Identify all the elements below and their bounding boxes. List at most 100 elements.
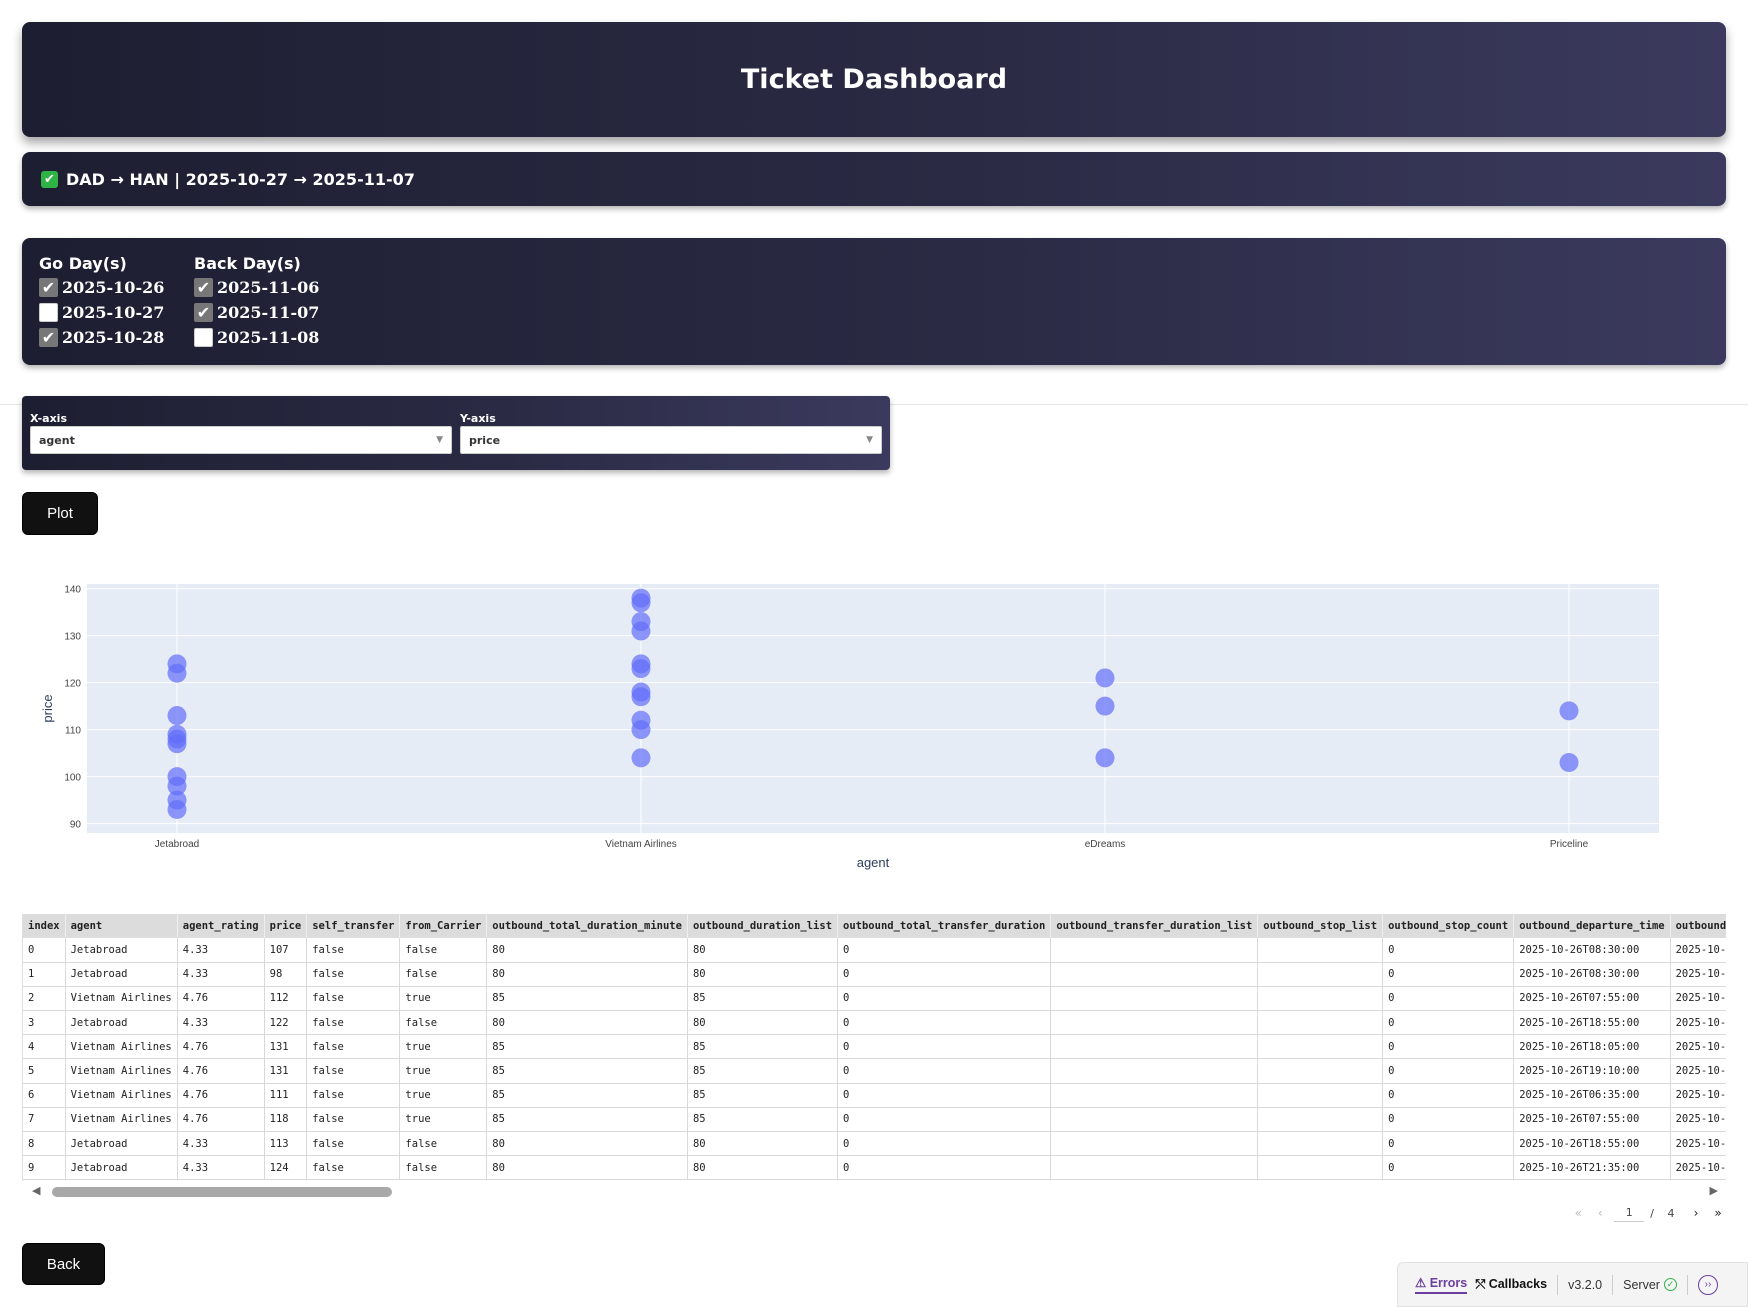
table-cell[interactable]: 2025-10-26T20:35:00 bbox=[1670, 1058, 1726, 1084]
table-cell[interactable]: false bbox=[399, 1155, 488, 1181]
table-cell[interactable] bbox=[1050, 986, 1259, 1012]
column-header[interactable]: outbound_duration_list bbox=[687, 914, 839, 938]
table-cell[interactable] bbox=[1050, 1107, 1259, 1133]
column-header[interactable]: outbound_arrival_time bbox=[1670, 914, 1726, 938]
table-cell[interactable]: false bbox=[399, 1010, 488, 1036]
table-cell[interactable]: 0 bbox=[1382, 1083, 1515, 1108]
table-cell[interactable]: 122 bbox=[264, 1010, 308, 1036]
table-cell[interactable]: true bbox=[399, 1083, 488, 1108]
column-header[interactable]: agent_rating bbox=[177, 914, 265, 938]
table-cell[interactable]: 2025-10-26T18:55:00 bbox=[1513, 1131, 1671, 1157]
day-checkbox[interactable]: ✔ bbox=[39, 278, 58, 297]
table-cell[interactable]: false bbox=[306, 1010, 401, 1036]
table-cell[interactable]: 85 bbox=[486, 1107, 688, 1133]
plot-button[interactable]: Plot bbox=[22, 492, 98, 535]
table-cell[interactable]: false bbox=[306, 1155, 401, 1181]
table-cell[interactable] bbox=[1050, 938, 1259, 963]
table-horizontal-scrollbar[interactable]: ◀ ▶ bbox=[22, 1183, 1726, 1199]
table-cell[interactable]: 0 bbox=[837, 986, 1052, 1012]
table-cell[interactable]: true bbox=[399, 986, 488, 1012]
table-cell[interactable] bbox=[1050, 1155, 1259, 1181]
table-cell[interactable]: Vietnam Airlines bbox=[65, 986, 178, 1012]
table-cell[interactable]: 3 bbox=[23, 1010, 66, 1036]
table-cell[interactable]: 2025-10-26T06:35:00 bbox=[1513, 1083, 1671, 1108]
column-header[interactable]: agent bbox=[65, 914, 178, 938]
page-number-input[interactable]: 1 bbox=[1614, 1204, 1645, 1222]
table-cell[interactable]: 0 bbox=[837, 1155, 1052, 1181]
day-option[interactable]: 2025-10-27 bbox=[39, 300, 164, 325]
table-cell[interactable]: 111 bbox=[264, 1083, 308, 1108]
table-cell[interactable]: 131 bbox=[264, 1058, 308, 1084]
day-checkbox[interactable] bbox=[39, 303, 58, 322]
table-cell[interactable]: 0 bbox=[837, 1058, 1052, 1084]
table-cell[interactable]: 80 bbox=[486, 1010, 688, 1036]
table-cell[interactable]: 4.33 bbox=[177, 938, 265, 963]
table-cell[interactable]: 85 bbox=[486, 1083, 688, 1108]
table-cell[interactable] bbox=[1257, 1155, 1384, 1181]
table-cell[interactable] bbox=[1257, 986, 1384, 1012]
first-page-icon[interactable]: « bbox=[1570, 1206, 1586, 1220]
table-cell[interactable] bbox=[1257, 938, 1384, 963]
column-header[interactable]: outbound_departure_time bbox=[1513, 914, 1671, 938]
table-cell[interactable]: 0 bbox=[837, 962, 1052, 987]
table-cell[interactable]: 0 bbox=[837, 1131, 1052, 1157]
table-cell[interactable]: 6 bbox=[23, 1083, 66, 1108]
table-cell[interactable]: 0 bbox=[1382, 962, 1515, 987]
table-cell[interactable]: true bbox=[399, 1058, 488, 1084]
table-cell[interactable]: 0 bbox=[837, 938, 1052, 963]
column-header[interactable]: outbound_stop_list bbox=[1257, 914, 1384, 938]
previous-page-icon[interactable]: ‹ bbox=[1592, 1206, 1608, 1220]
table-cell[interactable]: 4.76 bbox=[177, 1058, 265, 1084]
table-cell[interactable]: 0 bbox=[1382, 1107, 1515, 1133]
table-cell[interactable]: 0 bbox=[1382, 938, 1515, 963]
table-cell[interactable]: 2025-10-26T07:55:00 bbox=[1513, 1107, 1671, 1133]
table-cell[interactable]: false bbox=[306, 1034, 401, 1060]
table-cell[interactable]: 2025-10-26T07:55:00 bbox=[1513, 986, 1671, 1012]
table-cell[interactable]: Jetabroad bbox=[65, 962, 178, 987]
table-cell[interactable]: 80 bbox=[687, 962, 839, 987]
table-cell[interactable] bbox=[1257, 1083, 1384, 1108]
scroll-right-icon[interactable]: ▶ bbox=[1710, 1184, 1718, 1197]
table-cell[interactable]: 85 bbox=[687, 986, 839, 1012]
table-cell[interactable]: 4.76 bbox=[177, 1034, 265, 1060]
table-cell[interactable]: 2025-10-26T21:35:00 bbox=[1513, 1155, 1671, 1181]
table-cell[interactable] bbox=[1257, 1107, 1384, 1133]
table-cell[interactable]: Jetabroad bbox=[65, 1155, 178, 1181]
last-page-icon[interactable]: » bbox=[1710, 1206, 1726, 1220]
table-cell[interactable]: false bbox=[306, 962, 401, 987]
day-checkbox[interactable]: ✔ bbox=[194, 278, 213, 297]
callbacks-tab[interactable]: ⤲ Callbacks bbox=[1475, 1277, 1547, 1292]
table-cell[interactable]: 85 bbox=[486, 986, 688, 1012]
table-cell[interactable]: 0 bbox=[1382, 986, 1515, 1012]
table-cell[interactable]: 2 bbox=[23, 986, 66, 1012]
table-cell[interactable]: 80 bbox=[687, 1131, 839, 1157]
day-checkbox[interactable]: ✔ bbox=[194, 303, 213, 322]
table-cell[interactable] bbox=[1050, 1131, 1259, 1157]
table-cell[interactable] bbox=[1257, 1034, 1384, 1060]
table-cell[interactable]: 80 bbox=[486, 962, 688, 987]
table-cell[interactable]: 4 bbox=[23, 1034, 66, 1060]
table-cell[interactable]: 85 bbox=[486, 1034, 688, 1060]
day-option[interactable]: ✔ 2025-10-28 bbox=[39, 325, 164, 350]
table-cell[interactable]: 4.33 bbox=[177, 1010, 265, 1036]
table-cell[interactable]: 80 bbox=[687, 938, 839, 963]
table-cell[interactable]: false bbox=[306, 1083, 401, 1108]
table-cell[interactable]: 0 bbox=[837, 1083, 1052, 1108]
errors-tab[interactable]: ⚠ Errors bbox=[1415, 1275, 1468, 1294]
table-cell[interactable]: Vietnam Airlines bbox=[65, 1083, 178, 1108]
y-axis-dropdown[interactable]: price ▼ bbox=[460, 426, 882, 454]
table-cell[interactable]: 2025-10-26T18:05:00 bbox=[1513, 1034, 1671, 1060]
table-cell[interactable]: 2025-10-26T09:50:00 bbox=[1670, 962, 1726, 987]
scrollbar-thumb[interactable] bbox=[52, 1187, 392, 1197]
table-cell[interactable]: 0 bbox=[837, 1010, 1052, 1036]
table-cell[interactable] bbox=[1257, 962, 1384, 987]
table-cell[interactable]: 85 bbox=[687, 1083, 839, 1108]
table-cell[interactable]: 2025-10-26T08:30:00 bbox=[1513, 938, 1671, 963]
table-cell[interactable]: 85 bbox=[687, 1107, 839, 1133]
column-header[interactable]: price bbox=[264, 914, 308, 938]
table-cell[interactable]: 98 bbox=[264, 962, 308, 987]
table-cell[interactable]: Jetabroad bbox=[65, 1131, 178, 1157]
table-cell[interactable]: 80 bbox=[486, 938, 688, 963]
table-cell[interactable]: 2025-10-26T20:15:00 bbox=[1670, 1131, 1726, 1157]
day-option[interactable]: ✔ 2025-11-07 bbox=[194, 300, 319, 325]
